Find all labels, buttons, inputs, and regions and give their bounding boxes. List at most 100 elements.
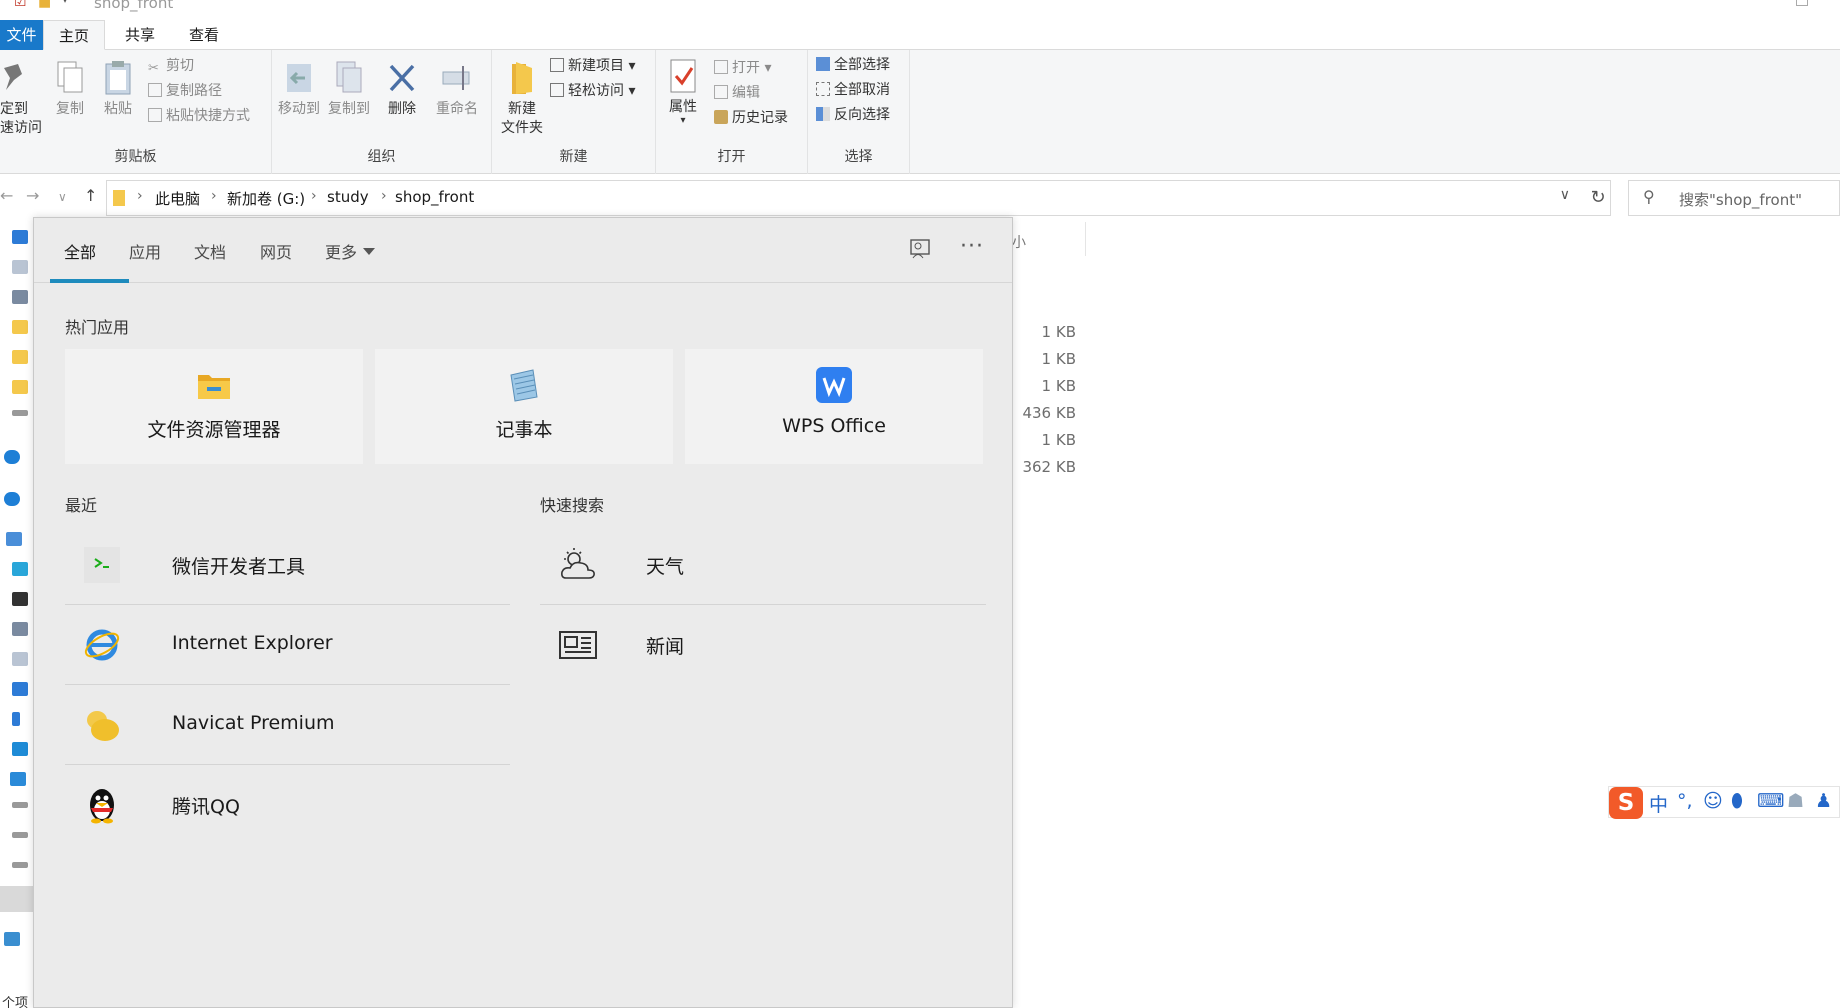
easy-access-button[interactable]: 轻松访问 ▾ — [550, 80, 635, 102]
active-tab-indicator — [50, 279, 129, 283]
cut-button[interactable]: ✂ 剪切 — [148, 55, 194, 77]
up-arrow-icon[interactable]: ↑ — [84, 186, 97, 205]
tab-more[interactable]: 更多 — [325, 239, 376, 263]
windows-drive-icon[interactable] — [10, 772, 26, 786]
top-app-name: 记事本 — [495, 419, 553, 441]
maximize-button[interactable] — [1796, 0, 1808, 6]
recent-item-navicat[interactable]: Navicat Premium — [65, 685, 510, 765]
tab-home[interactable]: 主页 — [43, 20, 105, 50]
size-column-header[interactable]: 小 — [1012, 232, 1026, 252]
open-button[interactable]: 打开 ▾ — [714, 57, 771, 79]
search-input[interactable]: ⚲ 搜索"shop_front" — [1628, 180, 1840, 216]
documents-icon[interactable] — [12, 652, 28, 666]
quick-search-heading: 快速搜索 — [540, 496, 605, 515]
tab-share[interactable]: 共享 — [112, 20, 168, 50]
sogou-logo-icon[interactable]: S — [1609, 787, 1643, 819]
new-item-button[interactable]: 新建项目 ▾ — [550, 55, 635, 77]
this-pc-icon[interactable] — [6, 532, 22, 546]
rename-button[interactable]: 重命名 — [432, 60, 482, 119]
select-all-button[interactable]: 全部选择 — [816, 54, 890, 76]
top-app-card-wps[interactable]: WPS Office — [685, 349, 983, 464]
search-placeholder: 搜索"shop_front" — [1679, 191, 1803, 209]
folder-icon[interactable] — [12, 320, 28, 334]
microphone-icon[interactable]: ⬮ — [1731, 790, 1743, 812]
pictures-icon[interactable] — [12, 290, 28, 304]
videos-icon[interactable] — [12, 592, 28, 606]
tab-apps[interactable]: 应用 — [129, 239, 161, 263]
edit-button[interactable]: 编辑 — [714, 82, 760, 104]
ime-toolbar: S 中 °, ☺ ⬮ ⌨ ☗ ♟ — [1608, 786, 1840, 819]
copy-path-button[interactable]: 复制路径 — [148, 80, 222, 102]
quick-access-dropdown-icon[interactable]: ▾ — [62, 0, 68, 6]
selected-drive-row[interactable] — [0, 886, 34, 912]
feedback-icon[interactable] — [909, 238, 931, 265]
breadcrumb-drive[interactable]: 新加卷 (G:) — [227, 188, 305, 209]
more-options-icon[interactable]: ··· — [960, 234, 984, 259]
paste-shortcut-button[interactable]: 粘贴快捷方式 — [148, 105, 250, 127]
tab-view[interactable]: 查看 — [176, 20, 232, 50]
move-to-button[interactable]: 移动到 — [276, 60, 322, 119]
refresh-icon[interactable]: ↻ — [1584, 180, 1612, 216]
delete-button[interactable]: 删除 — [382, 60, 422, 119]
emoji-icon[interactable]: ☺ — [1703, 790, 1723, 812]
new-folder-button[interactable]: 新建 文件夹 — [496, 60, 548, 138]
downloads-icon[interactable] — [12, 230, 28, 244]
paste-button[interactable]: 粘贴 — [98, 60, 138, 119]
folder-icon[interactable] — [12, 380, 28, 394]
quick-search-news[interactable]: 新闻 — [540, 605, 986, 685]
onedrive-icon[interactable] — [4, 450, 20, 464]
recent-locations-chevron-icon[interactable]: ∨ — [58, 190, 67, 204]
invert-selection-button[interactable]: 反向选择 — [816, 104, 890, 126]
breadcrumb-this-pc[interactable]: 此电脑 — [155, 188, 200, 209]
skin-shirt-icon[interactable]: ♟ — [1815, 790, 1832, 812]
folder-icon[interactable]: ■ — [38, 0, 51, 10]
select-none-button[interactable]: 全部取消 — [816, 79, 890, 101]
edit-icon — [714, 85, 728, 99]
copy-to-button[interactable]: 复制到 — [326, 60, 372, 119]
weather-icon — [561, 548, 595, 579]
3d-objects-icon[interactable] — [12, 562, 28, 576]
drive-icon[interactable] — [12, 862, 28, 868]
breadcrumb-study[interactable]: study — [327, 188, 369, 206]
recent-item-name: Internet Explorer — [172, 632, 333, 654]
network-icon[interactable] — [4, 932, 20, 946]
drive-icon[interactable] — [12, 802, 28, 808]
ime-mode-toggle[interactable]: 中 — [1649, 790, 1668, 817]
ime-punctuation-toggle[interactable]: °, — [1677, 790, 1693, 812]
documents-icon[interactable] — [12, 260, 28, 274]
new-group-label: 新建 — [559, 149, 588, 165]
address-dropdown-icon[interactable]: ∨ — [1560, 187, 1570, 203]
tab-all[interactable]: 全部 — [64, 239, 96, 263]
wps-icon — [816, 367, 852, 403]
pin-quick-access-button[interactable]: 定到 速访问 — [0, 60, 44, 138]
pictures-icon[interactable] — [12, 622, 28, 636]
history-button[interactable]: 历史记录 — [714, 107, 788, 129]
music-icon[interactable] — [12, 712, 20, 726]
forward-arrow-icon[interactable]: → — [26, 186, 39, 205]
folder-icon[interactable] — [12, 350, 28, 364]
top-app-card-notepad[interactable]: 记事本 — [375, 349, 673, 464]
properties-button[interactable]: 属性 ▾ — [662, 58, 704, 126]
desktop-icon[interactable] — [12, 742, 28, 756]
quick-search-weather[interactable]: 天气 — [540, 525, 986, 605]
tab-file[interactable]: 文件 — [0, 20, 43, 50]
back-arrow-icon[interactable]: ← — [0, 186, 13, 205]
top-app-card-file-explorer[interactable]: 文件资源管理器 — [65, 349, 363, 464]
keyboard-icon[interactable]: ⌨ — [1757, 790, 1784, 812]
drive-icon[interactable] — [12, 410, 28, 416]
breadcrumb-separator-icon: › — [211, 188, 217, 204]
breadcrumb-shop-front[interactable]: shop_front — [395, 188, 474, 206]
recent-item-qq[interactable]: 腾讯QQ — [65, 765, 510, 845]
downloads-icon[interactable] — [12, 682, 28, 696]
recent-item-internet-explorer[interactable]: Internet Explorer — [65, 605, 510, 685]
address-bar[interactable]: › 此电脑 › 新加卷 (G:) › study › shop_front ∨ — [106, 180, 1611, 216]
checkbox-icon[interactable]: ☑ — [14, 0, 27, 10]
recent-item-wechat-devtools[interactable]: 微信开发者工具 — [65, 525, 510, 605]
onedrive-icon[interactable] — [4, 492, 20, 506]
drive-icon[interactable] — [12, 832, 28, 838]
copy-button[interactable]: 复制 — [50, 60, 90, 119]
tab-documents[interactable]: 文档 — [194, 239, 226, 263]
recent-item-name: Navicat Premium — [172, 712, 335, 734]
user-icon[interactable]: ☗ — [1787, 790, 1804, 812]
tab-web[interactable]: 网页 — [260, 239, 292, 263]
